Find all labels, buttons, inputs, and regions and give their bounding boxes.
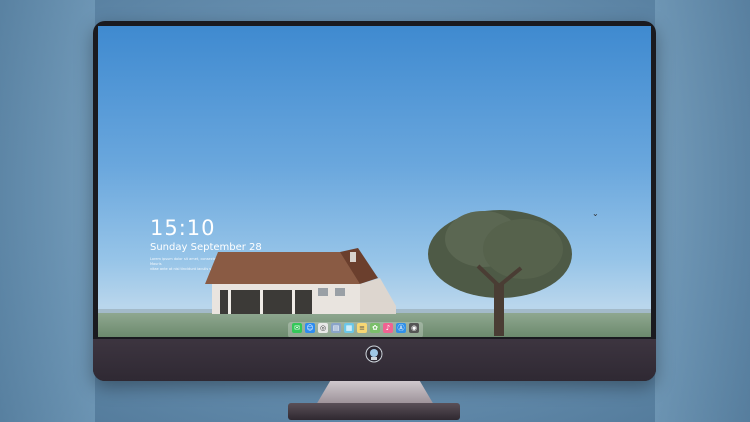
tree-image [428, 210, 572, 336]
monitor: 15:10 Sunday September 28 Lorem ipsum do… [93, 21, 656, 381]
notes-icon[interactable]: ≡ [357, 323, 367, 333]
files-icon[interactable]: ▤ [331, 323, 341, 333]
music-icon[interactable]: ♪ [383, 323, 393, 333]
dock: ✉ ☺ ◎ ▤ ▦ ≡ ✿ ♪ Ⓐ ◉ [288, 322, 423, 337]
brand-logo-icon [365, 345, 383, 363]
lock-screen[interactable]: 15:10 Sunday September 28 Lorem ipsum do… [98, 26, 651, 337]
background-blur-right [655, 0, 750, 422]
background-blur-left [0, 0, 95, 422]
camera-icon[interactable]: ◉ [409, 323, 419, 333]
photos-icon[interactable]: ✿ [370, 323, 380, 333]
bird-icon: ⌄ [592, 209, 599, 218]
app-store-icon[interactable]: Ⓐ [396, 323, 406, 333]
messages-icon[interactable]: ✉ [292, 323, 302, 333]
clock-time: 15:10 [150, 216, 216, 240]
monitor-stand-base [288, 403, 460, 420]
finder-icon[interactable]: ☺ [305, 323, 315, 333]
farmhouse-image [205, 248, 396, 314]
monitor-stand-neck [316, 381, 434, 405]
clapperboard-icon[interactable]: ▦ [344, 323, 354, 333]
safari-icon[interactable]: ◎ [318, 323, 328, 333]
